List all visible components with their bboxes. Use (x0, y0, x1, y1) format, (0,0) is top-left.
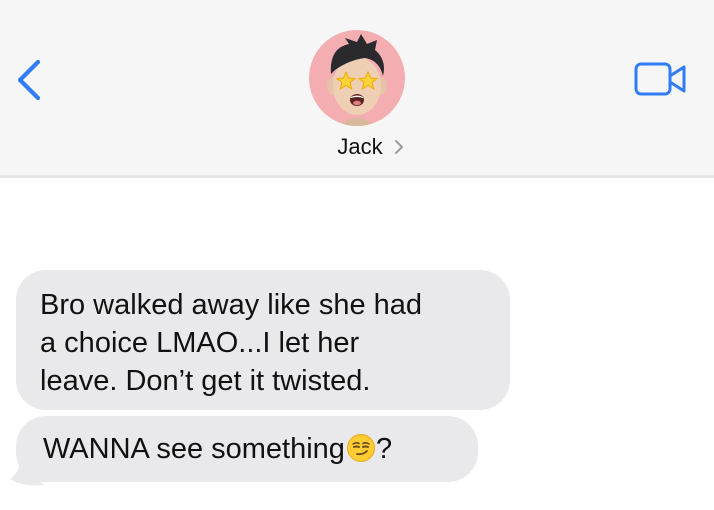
smirking-face-emoji (346, 434, 375, 462)
message-line: Bro walked away like she had (40, 289, 423, 321)
chevron-right-icon (394, 140, 403, 154)
contact-info-button[interactable]: Jack (0, 30, 714, 160)
avatar (309, 30, 405, 126)
incoming-message-bubble[interactable]: WANNA see something ? (16, 416, 478, 482)
video-call-button[interactable] (632, 60, 690, 98)
incoming-message-bubble[interactable]: Bro walked away like she had a choice LM… (16, 270, 510, 410)
messages-screen: Jack Bro walked away like she had a choi… (0, 0, 714, 510)
message-line: a choice LMAO...I let her (40, 327, 360, 359)
contact-name-row: Jack (337, 134, 404, 160)
message-text: WANNA see something (43, 433, 345, 465)
message-line: leave. Don’t get it twisted. (40, 365, 371, 397)
video-camera-icon (634, 62, 686, 96)
contact-name: Jack (337, 134, 383, 159)
message-thread[interactable]: Bro walked away like she had a choice LM… (0, 181, 714, 510)
message-text: ? (375, 433, 393, 465)
memoji-icon (327, 34, 387, 126)
conversation-header: Jack (0, 0, 714, 178)
